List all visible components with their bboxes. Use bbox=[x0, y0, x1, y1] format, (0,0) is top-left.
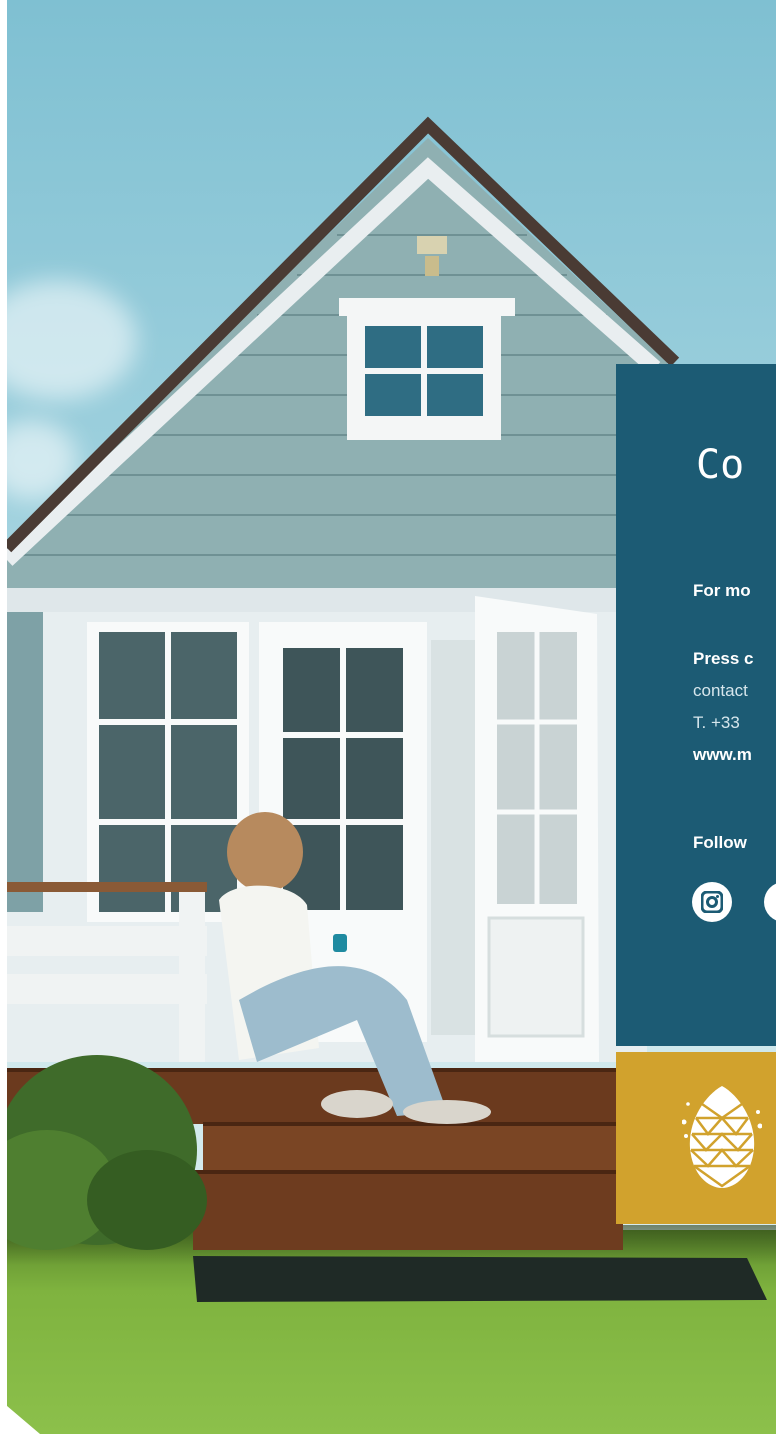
contact-title: Co bbox=[696, 442, 745, 488]
pinecone-icon bbox=[682, 1086, 762, 1188]
social-button[interactable] bbox=[764, 882, 776, 922]
left-margin bbox=[0, 0, 7, 1434]
brand-badge bbox=[616, 1052, 776, 1224]
website-link[interactable]: www.m bbox=[693, 745, 752, 765]
press-contact-label: Press c bbox=[693, 649, 754, 668]
contact-phone: T. +33 bbox=[693, 713, 740, 732]
instagram-icon bbox=[701, 891, 723, 913]
instagram-button[interactable] bbox=[692, 882, 732, 922]
corner-notch bbox=[0, 1400, 40, 1434]
contact-panel: Co For mo Press c contact T. +33 www.m F… bbox=[616, 364, 776, 1046]
follow-label: Follow bbox=[693, 833, 747, 852]
more-info-text: For mo bbox=[693, 581, 751, 600]
contact-email-link[interactable]: contact bbox=[693, 681, 748, 701]
